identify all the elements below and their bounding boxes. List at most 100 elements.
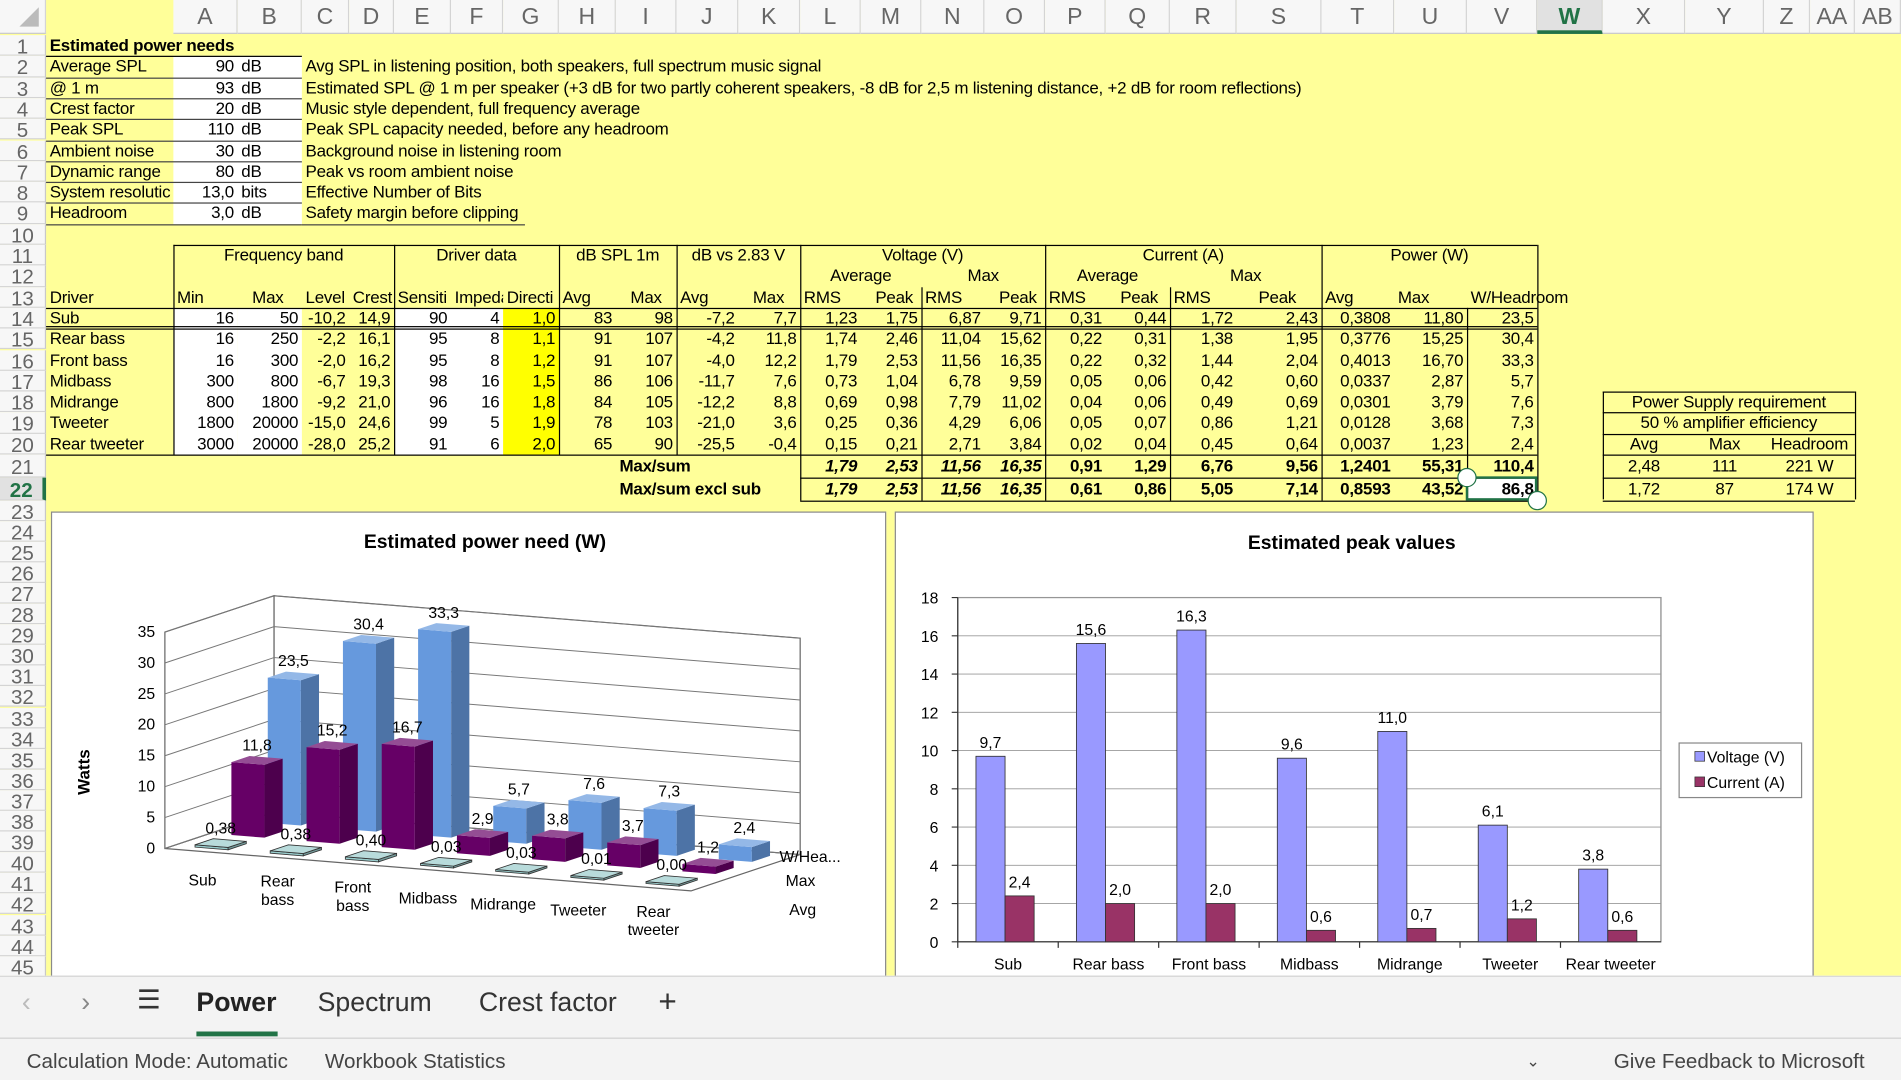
table-cell[interactable]: 106 (616, 371, 677, 392)
table-cell[interactable]: 3,84 (984, 434, 1045, 455)
row-header-10[interactable]: 10 (0, 223, 47, 245)
info-unit[interactable]: dB (238, 77, 302, 98)
row-header-28[interactable]: 28 (0, 603, 47, 625)
table-cell[interactable]: 0,42 (1170, 371, 1237, 392)
table-cell[interactable]: 0,69 (800, 392, 861, 413)
table-cell[interactable]: 0,05 (1045, 371, 1106, 392)
peak-values-chart[interactable]: Estimated peak values 0 2 4 6 8 10 12 14 16 18 Sub R… (894, 511, 1814, 977)
power-supply-header[interactable]: Max (1685, 434, 1764, 455)
table-cell[interactable]: 95 (394, 329, 451, 350)
row-header-40[interactable]: 40 (0, 852, 47, 874)
column-label[interactable]: Max (238, 287, 302, 308)
table-cell[interactable]: 16 (173, 350, 237, 371)
table-cell[interactable]: 78 (559, 413, 616, 434)
row-header-24[interactable]: 24 (0, 520, 47, 542)
table-cell[interactable]: 16,70 (1394, 350, 1467, 371)
totals-cell[interactable]: 1,2401 (1321, 455, 1394, 477)
power-supply-title[interactable]: Power Supply requirement (1603, 392, 1855, 413)
row-header-14[interactable]: 14 (0, 307, 47, 329)
table-cell[interactable]: 25,2 (349, 434, 394, 455)
select-all-corner[interactable] (0, 0, 47, 34)
driver-name[interactable]: Tweeter (46, 413, 173, 434)
totals-cell[interactable]: 16,35 (984, 477, 1045, 500)
table-cell[interactable]: 5 (451, 413, 503, 434)
row-header-33[interactable]: 33 (0, 707, 47, 728)
table-cell[interactable]: -2,2 (302, 329, 349, 350)
table-cell[interactable]: 0,25 (800, 413, 861, 434)
table-cell[interactable]: 12,2 (738, 350, 800, 371)
table-cell[interactable]: 11,02 (984, 392, 1045, 413)
row-header-32[interactable]: 32 (0, 686, 47, 708)
table-cell[interactable]: 300 (238, 350, 302, 371)
table-cell[interactable]: 30,4 (1467, 329, 1537, 350)
table-cell[interactable]: 2,53 (861, 350, 922, 371)
table-cell[interactable]: 1800 (173, 413, 237, 434)
hamburger-menu-icon[interactable]: ☰ (137, 984, 161, 1016)
row-header-17[interactable]: 17 (0, 370, 47, 392)
table-cell[interactable]: 6,06 (984, 413, 1045, 434)
column-header-d[interactable]: D (349, 0, 395, 34)
column-header-q[interactable]: Q (1105, 0, 1170, 34)
driver-name[interactable]: Rear bass (46, 329, 173, 350)
column-header-o[interactable]: O (984, 0, 1046, 34)
subgroup-header[interactable]: Max (921, 266, 1045, 287)
totals-cell[interactable]: 0,86 (1106, 477, 1170, 500)
row-header-12[interactable]: 12 (0, 265, 47, 287)
table-cell[interactable]: 16 (451, 392, 503, 413)
table-cell[interactable]: 1,21 (1237, 413, 1322, 434)
column-label[interactable]: Min (173, 287, 237, 308)
info-note[interactable]: Avg SPL in listening position, both spea… (302, 56, 1394, 77)
totals-cell[interactable]: 55,31 (1394, 455, 1467, 477)
subgroup-header[interactable]: Average (1045, 266, 1170, 287)
row-header-34[interactable]: 34 (0, 727, 47, 749)
table-cell[interactable]: 91 (559, 329, 616, 350)
column-header-k[interactable]: K (738, 0, 801, 34)
row-header-41[interactable]: 41 (0, 873, 47, 894)
table-cell[interactable]: 0,22 (1045, 350, 1106, 371)
table-cell[interactable]: 6,78 (921, 371, 984, 392)
column-header-y[interactable]: Y (1685, 0, 1764, 34)
row-header-22[interactable]: 22 (0, 476, 47, 500)
info-note[interactable]: Peak SPL capacity needed, before any hea… (302, 119, 1394, 140)
table-cell[interactable]: 6 (451, 434, 503, 455)
column-label[interactable]: Sensiti (394, 287, 451, 308)
table-cell[interactable]: 7,6 (1467, 392, 1537, 413)
table-cell[interactable]: 0,05 (1045, 413, 1106, 434)
totals-cell[interactable]: 1,79 (800, 455, 861, 477)
info-note[interactable]: Estimated SPL @ 1 m per speaker (+3 dB f… (302, 77, 1394, 98)
column-header-b[interactable]: B (237, 0, 302, 34)
column-header-a[interactable]: A (173, 0, 238, 34)
info-note[interactable]: Peak vs room ambient noise (302, 161, 1394, 182)
row-header-36[interactable]: 36 (0, 769, 47, 791)
add-sheet-button[interactable]: + (658, 983, 676, 1021)
column-header-c[interactable]: C (301, 0, 350, 34)
table-cell[interactable]: 16,35 (984, 350, 1045, 371)
column-label[interactable]: Max (738, 287, 800, 308)
table-cell[interactable]: 15,25 (1394, 329, 1467, 350)
power-need-chart[interactable]: Estimated power need (W) Watts 0 5 10 15 20 25 3… (50, 511, 887, 977)
table-cell[interactable]: 11,04 (921, 329, 984, 350)
table-cell[interactable]: 5,7 (1467, 371, 1537, 392)
column-header-f[interactable]: F (451, 0, 504, 34)
table-cell[interactable]: -9,2 (302, 392, 349, 413)
driver-name[interactable]: Midrange (46, 392, 173, 413)
table-cell[interactable]: 16,2 (349, 350, 394, 371)
column-label[interactable]: Peak (861, 287, 922, 308)
info-unit[interactable]: dB (238, 56, 302, 77)
group-header[interactable]: Current (A) (1045, 245, 1321, 266)
totals-cell[interactable]: 2,53 (861, 477, 922, 500)
table-cell[interactable]: 15,62 (984, 329, 1045, 350)
table-cell[interactable]: 105 (616, 392, 677, 413)
table-cell[interactable]: 107 (616, 329, 677, 350)
column-label[interactable]: Max (616, 287, 677, 308)
row-header-19[interactable]: 19 (0, 412, 47, 434)
table-cell[interactable]: -15,0 (302, 413, 349, 434)
power-supply-cell[interactable]: 111 (1685, 455, 1764, 477)
table-cell[interactable]: 4,29 (921, 413, 984, 434)
column-label[interactable]: W/Headroom (1467, 287, 1569, 308)
column-header-x[interactable]: X (1602, 0, 1686, 34)
row-header-45[interactable]: 45 (0, 955, 47, 976)
column-header-r[interactable]: R (1169, 0, 1237, 34)
table-cell[interactable]: 0,02 (1045, 434, 1106, 455)
table-cell[interactable]: 20000 (238, 413, 302, 434)
